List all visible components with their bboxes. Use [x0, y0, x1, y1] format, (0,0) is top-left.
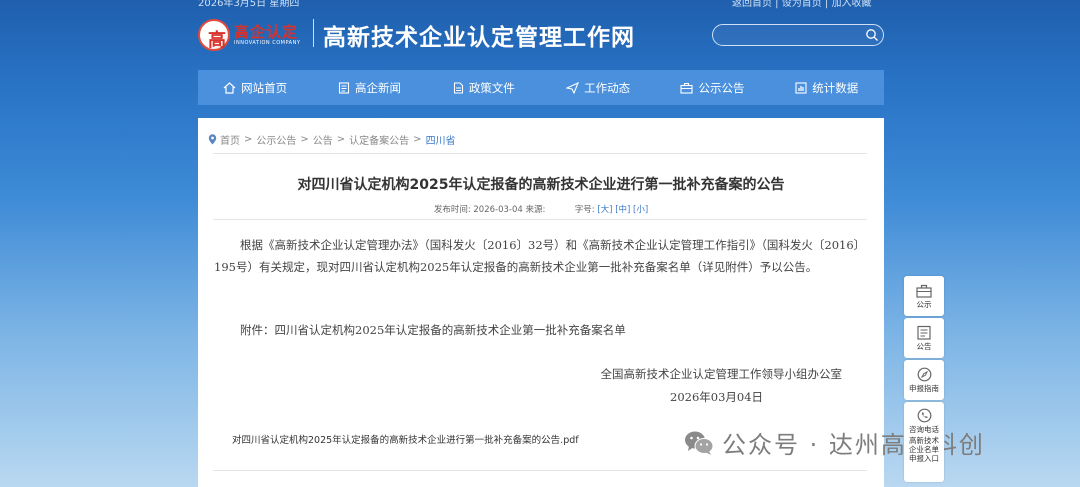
breadcrumb-sep: > — [336, 134, 346, 145]
nav-label: 政策文件 — [468, 80, 515, 95]
document-icon — [453, 81, 463, 94]
breadcrumb-sep: > — [413, 134, 422, 145]
home-icon — [223, 81, 236, 94]
fontsize-small-button[interactable]: [小] — [633, 205, 648, 215]
fontsize-large-button[interactable]: [大] — [597, 205, 612, 215]
dock-label: 申报指南 — [909, 384, 939, 393]
wechat-icon — [685, 431, 714, 455]
phone-icon — [917, 408, 931, 423]
breadcrumb-sep: > — [244, 134, 253, 145]
fontsize-label: 字号: — [574, 205, 595, 215]
date-text: 2026年3月5日 星期四 — [198, 0, 300, 9]
news-icon — [338, 81, 350, 94]
nav-label: 工作动态 — [584, 80, 631, 95]
article-title: 对四川省认定机构2025年认定报备的高新技术企业进行第一批补充备案的公告 — [297, 177, 785, 193]
divider — [213, 153, 867, 154]
send-icon — [566, 81, 580, 94]
nav-work[interactable]: 工作动态 — [541, 70, 655, 105]
nav-label: 高企新闻 — [354, 80, 401, 95]
dock-guide[interactable]: 申报指南 — [904, 360, 944, 400]
breadcrumb-current[interactable]: 四川省 — [426, 132, 456, 147]
briefcase-icon — [680, 82, 694, 94]
breadcrumb-sep: > — [300, 134, 309, 145]
breadcrumb-home[interactable]: 首页 — [220, 132, 240, 147]
nav-policy[interactable]: 政策文件 — [427, 70, 541, 105]
article-meta: 发布时间: 2026-03-04 来源: 字号: [大] [中] [小] — [198, 203, 884, 215]
site-title: 高新技术企业认定管理工作网 — [323, 24, 635, 51]
published-label: 发布时间: — [433, 205, 471, 215]
dock-entry-label[interactable]: 高新技术企业名单申报入口 — [907, 436, 941, 463]
nav-news[interactable]: 高企新闻 — [312, 70, 426, 105]
dock-label: 咨询电话 — [909, 425, 939, 434]
article-signer: 全国高新技术企业认定管理工作领导小组办公室 — [600, 367, 843, 381]
briefcase-icon — [916, 284, 932, 298]
nav-label: 统计数据 — [812, 80, 859, 95]
breadcrumb: 首页 > 公示公告 > 公告 > 认定备案公告 > 四川省 — [208, 132, 460, 147]
dock-publicity[interactable]: 公示 — [904, 276, 944, 316]
divider — [213, 219, 867, 220]
search-input[interactable] — [721, 27, 861, 43]
article-body: 根据《高新技术企业认定管理办法》（国科发火〔2016〕32号）和《高新技术企业认… — [214, 238, 860, 274]
side-dock: 公示 公告 申报指南 咨询电话 高新技术企业名单申报入口 — [904, 276, 944, 484]
search-icon[interactable] — [865, 28, 879, 42]
notice-icon — [917, 325, 931, 340]
chart-icon — [795, 81, 807, 94]
site-logo[interactable]: 高 高企认定 INNOVATION COMPANY — [198, 17, 308, 51]
dock-notice[interactable]: 公告 — [904, 318, 944, 358]
search-box — [712, 24, 884, 46]
dock-label: 公示 — [916, 299, 932, 309]
nav-stats[interactable]: 统计数据 — [770, 70, 884, 105]
compass-icon — [917, 367, 931, 382]
header-divider — [313, 19, 314, 47]
nav-label: 公示公告 — [698, 80, 745, 95]
source-label: 来源: — [525, 205, 546, 215]
article-date: 2026年03月04日 — [670, 390, 764, 404]
main-nav: 网站首页 高企新闻 政策文件 工作动态 公示公告 统计数据 — [198, 70, 884, 105]
nav-home[interactable]: 网站首页 — [198, 70, 312, 105]
logo-emblem-icon: 高 — [198, 19, 230, 51]
published-value: 2026-03-04 — [473, 205, 523, 215]
breadcrumb-filing[interactable]: 认定备案公告 — [349, 132, 409, 147]
breadcrumb-notice[interactable]: 公示公告 — [256, 132, 296, 147]
nav-notice[interactable]: 公示公告 — [655, 70, 769, 105]
dock-label: 公告 — [916, 342, 932, 351]
nav-label: 网站首页 — [241, 80, 288, 95]
fontsize-medium-button[interactable]: [中] — [615, 205, 630, 215]
logo-sub: INNOVATION COMPANY — [234, 40, 301, 46]
breadcrumb-announce[interactable]: 公告 — [313, 132, 333, 147]
watermark-text: 公众号 · 达州高新科创 — [722, 431, 985, 459]
logo-name: 高企认定 — [234, 23, 299, 41]
pdf-attachment-link[interactable]: 对四川省认定机构2025年认定报备的高新技术企业进行第一批补充备案的公告.pdf — [232, 432, 579, 446]
top-links[interactable]: 返回首页 | 设为首页 | 加入收藏 — [732, 0, 871, 9]
article-attachment: 附件：四川省认定机构2025年认定报备的高新技术企业第一批补充备案名单 — [240, 323, 626, 337]
dock-contact[interactable]: 咨询电话 高新技术企业名单申报入口 — [904, 402, 944, 482]
divider — [213, 470, 867, 471]
top-strip: 2026年3月5日 星期四 返回首页 | 设为首页 | 加入收藏 — [0, 0, 1080, 9]
location-pin-icon — [208, 134, 217, 145]
